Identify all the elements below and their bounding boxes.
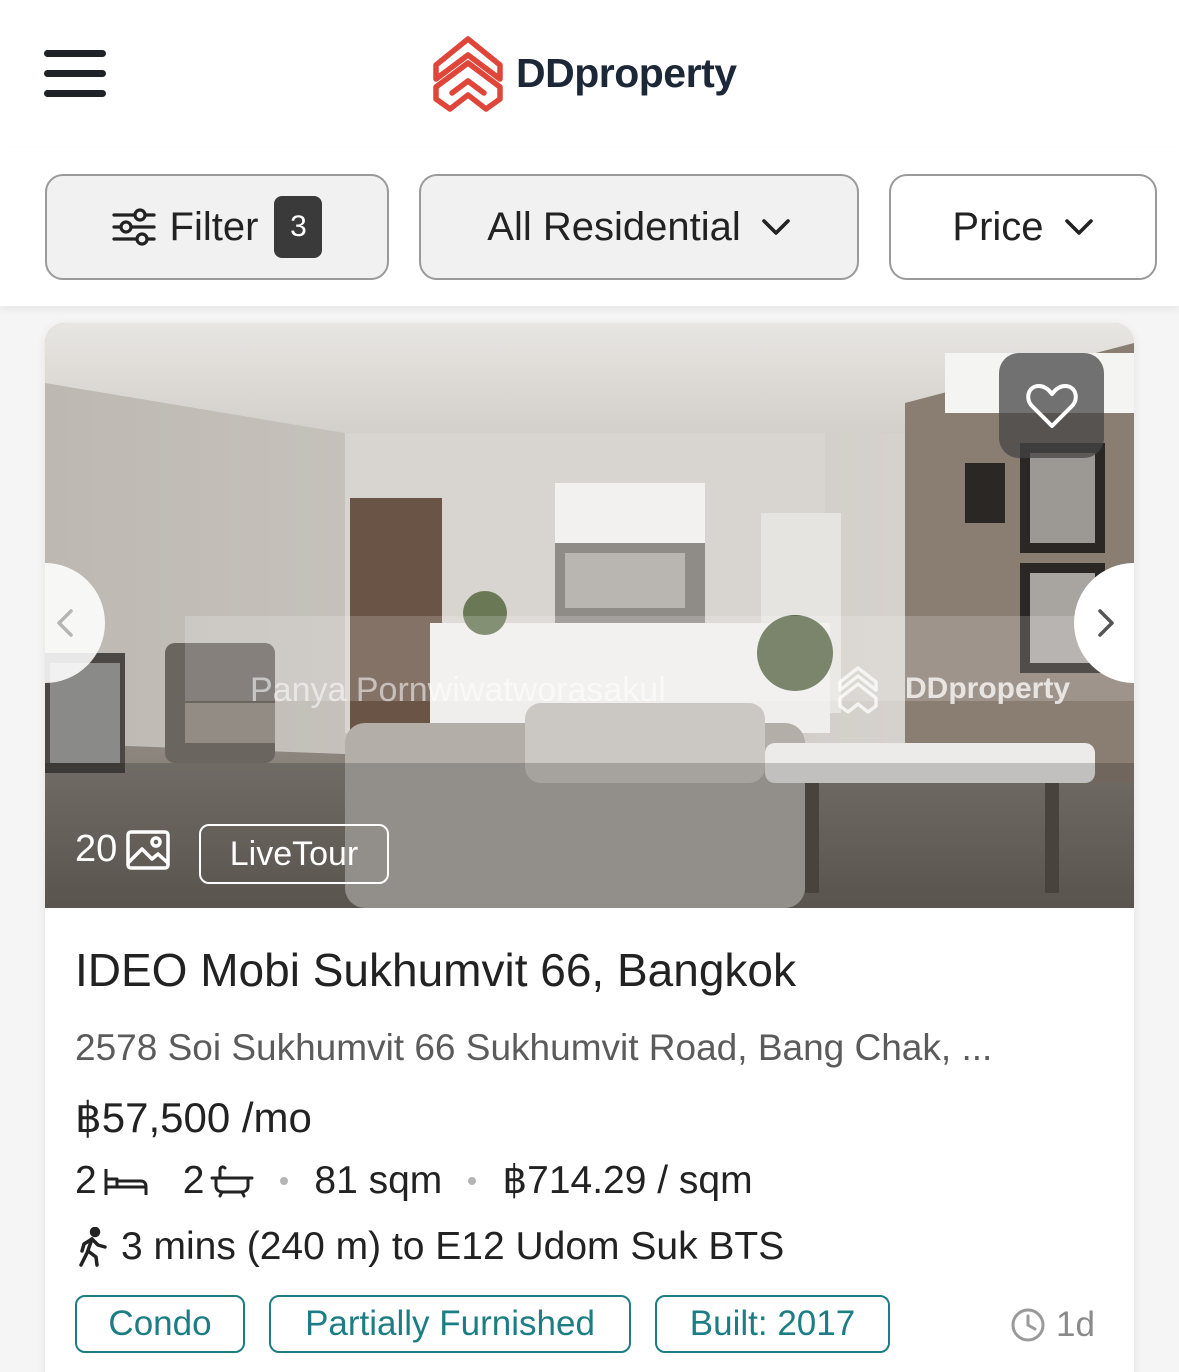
property-type-dropdown[interactable]: All Residential xyxy=(419,174,859,280)
listing-address: 2578 Soi Sukhumvit 66 Sukhumvit Road, Ba… xyxy=(75,1027,993,1068)
image-icon xyxy=(126,829,171,870)
listing-price: ฿57,500 /mo xyxy=(75,1094,312,1141)
listing-card[interactable]: Panya Pornwiwatworasakul DDproperty 20 L… xyxy=(45,323,1134,1372)
live-tour-badge[interactable]: LiveTour xyxy=(199,824,389,884)
separator-dot xyxy=(468,1176,477,1185)
chevron-down-icon xyxy=(761,218,791,236)
bed-icon xyxy=(103,1165,149,1197)
price-dropdown[interactable]: Price xyxy=(889,174,1157,280)
photo-count-value: 20 xyxy=(75,828,118,870)
listing-title[interactable]: IDEO Mobi Sukhumvit 66, Bangkok xyxy=(75,943,796,997)
chevron-left-icon xyxy=(57,609,73,637)
filter-button[interactable]: Filter 3 xyxy=(45,174,389,280)
floor-area: 81 sqm xyxy=(314,1158,443,1202)
bathroom-count: 2 xyxy=(182,1158,205,1202)
favorite-button[interactable] xyxy=(999,353,1104,458)
property-type-label: All Residential xyxy=(487,204,741,249)
filter-bar: Filter 3 All Residential Price xyxy=(0,148,1179,306)
bathtub-icon xyxy=(210,1164,254,1198)
filter-count-badge: 3 xyxy=(274,196,323,258)
price-per-sqm: ฿714.29 / sqm xyxy=(502,1159,753,1202)
watermark-brand: DDproperty xyxy=(905,672,1070,705)
chevron-down-icon xyxy=(1064,218,1094,236)
clock-icon xyxy=(1011,1308,1045,1342)
listing-specs: 2 2 81 sqm ฿714.29 / sqm xyxy=(75,1158,753,1203)
photo-count: 20 xyxy=(75,828,171,871)
posted-time-value: 1d xyxy=(1056,1305,1095,1344)
transit-info: 3 mins (240 m) to E12 Udom Suk BTS xyxy=(75,1225,784,1269)
walking-person-icon xyxy=(79,1227,107,1267)
filter-label: Filter xyxy=(169,204,259,249)
hamburger-menu-icon[interactable] xyxy=(44,50,106,98)
brand-name: DDproperty xyxy=(516,49,737,96)
watermark-agent-name: Panya Pornwiwatworasakul xyxy=(250,671,666,709)
separator-dot xyxy=(280,1176,289,1185)
listing-photo[interactable]: Panya Pornwiwatworasakul DDproperty 20 L… xyxy=(45,323,1134,908)
sliders-icon xyxy=(111,207,156,247)
tag-condo: Condo xyxy=(75,1295,245,1353)
posted-time: 1d xyxy=(1010,1305,1095,1345)
listing-tags: Condo Partially Furnished Built: 2017 xyxy=(75,1295,914,1353)
tag-furnishing: Partially Furnished xyxy=(269,1295,631,1353)
ddproperty-logo-icon xyxy=(433,36,503,112)
heart-icon xyxy=(1025,383,1078,428)
bedroom-count: 2 xyxy=(75,1158,97,1202)
price-filter-label: Price xyxy=(952,204,1044,249)
transit-text: 3 mins (240 m) to E12 Udom Suk BTS xyxy=(121,1225,785,1268)
chevron-right-icon xyxy=(1098,609,1114,637)
tag-built-year: Built: 2017 xyxy=(655,1295,890,1353)
top-app-bar: DDproperty xyxy=(0,0,1179,148)
apartment-interior-photo: Panya Pornwiwatworasakul DDproperty xyxy=(45,323,1134,908)
brand-logo[interactable]: DDproperty xyxy=(428,32,737,114)
